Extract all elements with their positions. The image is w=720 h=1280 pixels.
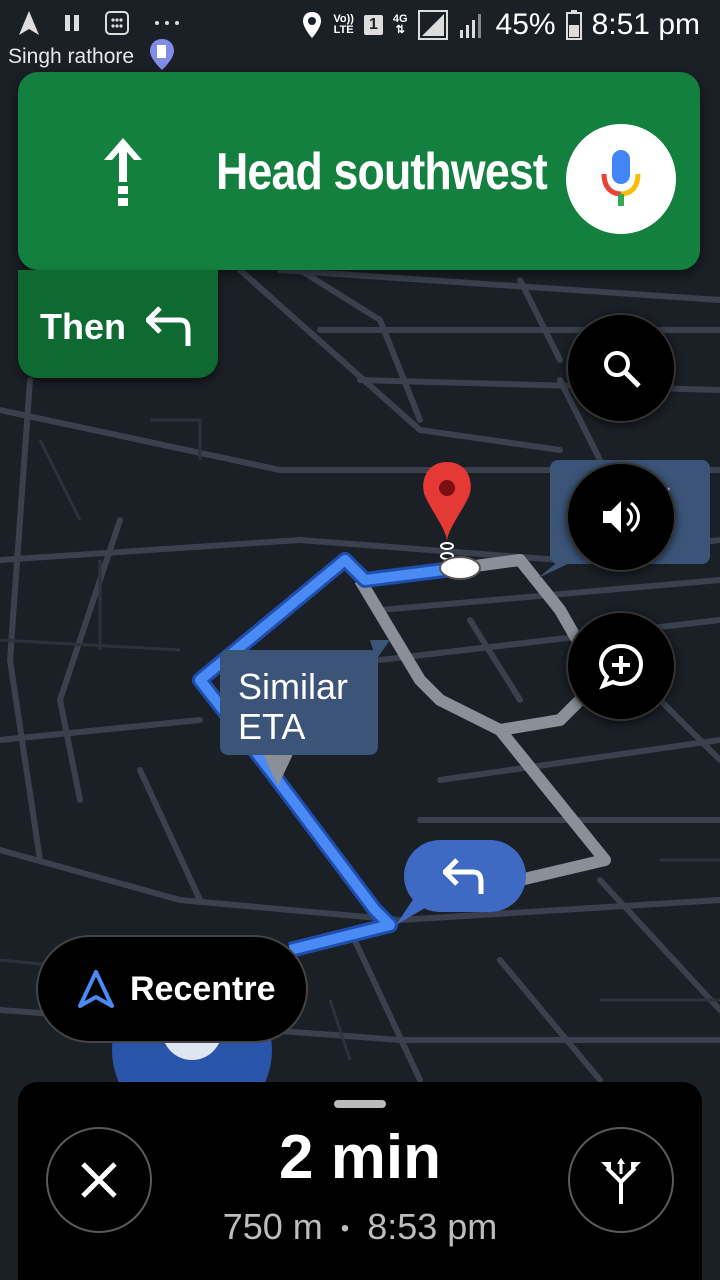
signal-bars-icon — [459, 14, 481, 38]
turn-left-icon — [443, 858, 484, 894]
navigation-arrow-icon — [78, 970, 114, 1008]
more-notifications-icon — [155, 21, 179, 25]
alternate-routes-icon — [601, 1158, 641, 1204]
status-bar: Singh rathore Vo)) LTE 1 4G ⇅ 45% 8:51 pm — [0, 0, 720, 70]
carrier-name: Singh rathore — [8, 45, 135, 68]
status-right-icons: Vo)) LTE 1 4G ⇅ 45% 8:51 pm — [301, 8, 700, 42]
destination-marker — [439, 556, 481, 580]
separator-dot: • — [340, 1215, 350, 1243]
volume-icon — [603, 501, 640, 533]
pause-icon — [65, 15, 79, 31]
mic-icon — [601, 150, 641, 206]
trip-distance: 750 m — [222, 1206, 323, 1247]
network-type-indicator: 4G ⇅ — [392, 13, 408, 36]
sound-button[interactable] — [566, 462, 676, 572]
drag-handle[interactable] — [334, 1100, 386, 1108]
trip-summary-sheet[interactable]: 2 min 750 m • 8:53 pm — [18, 1082, 702, 1280]
turn-indicator-bubble — [404, 840, 526, 912]
search-icon — [604, 351, 641, 388]
clock: 8:51 pm — [591, 8, 700, 41]
alternate-routes-button[interactable] — [568, 1127, 674, 1233]
recentre-button[interactable]: Recentre — [36, 935, 308, 1043]
add-comment-icon — [598, 643, 644, 690]
signal-strength-icon — [417, 10, 448, 40]
instruction-text: Head southwest — [216, 143, 548, 201]
straight-arrow-icon — [104, 138, 142, 206]
battery-icon — [565, 10, 582, 40]
then-label: Then — [40, 306, 126, 347]
fuel-station-icon — [150, 39, 174, 70]
eta-bubble-line2: ETA — [238, 706, 306, 747]
then-instruction-card[interactable]: Then — [18, 270, 218, 378]
navigation-instruction-card[interactable]: Head southwest — [18, 72, 700, 270]
recentre-label: Recentre — [130, 969, 276, 1008]
calculator-icon — [105, 11, 129, 35]
location-icon — [303, 12, 322, 38]
report-button[interactable] — [566, 611, 676, 721]
similar-eta-bubble[interactable]: Similar ETA — [220, 650, 378, 755]
arrival-time: 8:53 pm — [367, 1206, 498, 1247]
battery-percent: 45% — [495, 8, 556, 41]
sim-slot-badge: 1 — [363, 15, 383, 35]
volte-indicator: Vo)) LTE — [333, 13, 354, 36]
search-button[interactable] — [566, 313, 676, 423]
eta-bubble-line1: Similar — [238, 666, 349, 707]
navigation-arrow-icon — [19, 11, 39, 35]
status-left-icons — [18, 10, 182, 36]
voice-search-button[interactable] — [566, 124, 676, 234]
turn-left-icon — [146, 306, 191, 346]
